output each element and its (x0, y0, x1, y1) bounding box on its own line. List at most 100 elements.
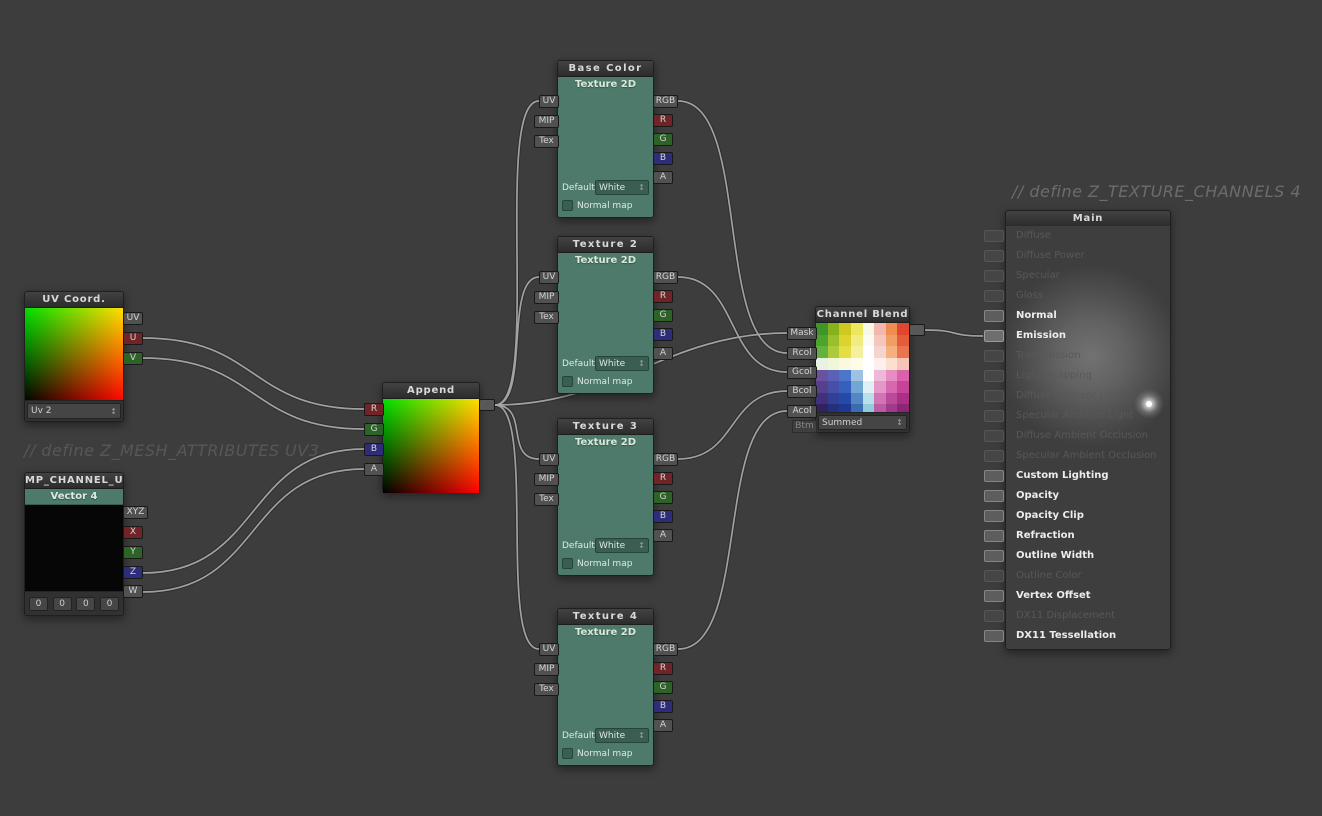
port-mip[interactable]: MIP (534, 663, 559, 676)
port-v[interactable]: V (123, 352, 143, 365)
port-r[interactable]: R (653, 290, 673, 303)
node-title[interactable]: MP_CHANNEL_U (25, 473, 123, 489)
value-field-0[interactable]: 0 (29, 597, 48, 611)
port-y[interactable]: Y (123, 546, 143, 559)
node-texture-2[interactable]: Texture 2Texture 2DDefaultWhite↕Normal m… (557, 236, 654, 394)
port-xyz[interactable]: XYZ (123, 506, 148, 519)
value-field-1[interactable]: 0 (53, 597, 72, 611)
port-tex[interactable]: Tex (534, 493, 559, 506)
node-channel-blend[interactable]: Channel Blend Summed ↕ MaskRcolGcolBcolA… (815, 306, 910, 433)
port-uv[interactable]: UV (539, 453, 559, 466)
default-color-dropdown[interactable]: White↕ (595, 356, 649, 371)
port-rgb[interactable]: RGB (653, 643, 678, 656)
wire[interactable] (925, 330, 983, 336)
node-title[interactable]: UV Coord. (25, 292, 123, 308)
port-a[interactable]: A (653, 347, 673, 360)
node-title[interactable]: Texture 4 (558, 609, 653, 625)
port-diffuse[interactable] (984, 230, 1004, 242)
node-base-color[interactable]: Base ColorTexture 2DDefaultWhite↕Normal … (557, 60, 654, 218)
port-opacity[interactable] (984, 490, 1004, 502)
port-rcol[interactable]: Rcol (787, 347, 817, 360)
port-outline-color[interactable] (984, 570, 1004, 582)
port-a[interactable]: A (364, 463, 384, 476)
default-color-dropdown[interactable]: White↕ (595, 538, 649, 553)
port-dx11-displacement[interactable] (984, 610, 1004, 622)
default-color-dropdown[interactable]: White↕ (595, 180, 649, 195)
port-emission[interactable] (984, 330, 1004, 342)
port-b[interactable]: B (364, 443, 384, 456)
wire[interactable] (143, 469, 364, 592)
port-specular-ambient-occlusion[interactable] (984, 450, 1004, 462)
port-uv[interactable]: UV (539, 95, 559, 108)
port-r[interactable]: R (653, 662, 673, 675)
port-b[interactable]: B (653, 152, 673, 165)
normal-map-checkbox[interactable] (562, 200, 573, 211)
port-light-wrapping[interactable] (984, 370, 1004, 382)
port-dx11-tessellation[interactable] (984, 630, 1004, 642)
node-title[interactable]: Channel Blend (816, 307, 909, 323)
uv-channel-dropdown[interactable]: Uv 2 ↕ (27, 403, 121, 419)
default-color-dropdown[interactable]: White↕ (595, 728, 649, 743)
port-specular[interactable] (984, 270, 1004, 282)
port-r[interactable]: R (653, 114, 673, 127)
wire[interactable] (143, 358, 364, 429)
port-mip[interactable]: MIP (534, 291, 559, 304)
port-bcol[interactable]: Bcol (787, 385, 817, 398)
port-rgb[interactable]: RGB (653, 95, 678, 108)
port-g[interactable]: G (653, 133, 673, 146)
port-mip[interactable]: MIP (534, 115, 559, 128)
port-g[interactable]: G (653, 309, 673, 322)
normal-map-checkbox[interactable] (562, 748, 573, 759)
port-b[interactable]: B (653, 700, 673, 713)
wire[interactable] (495, 405, 539, 649)
blend-mode-dropdown[interactable]: Summed ↕ (818, 415, 907, 430)
wire[interactable] (678, 391, 787, 459)
port-normal[interactable] (984, 310, 1004, 322)
port-rgb[interactable]: RGB (653, 271, 678, 284)
wire[interactable] (495, 405, 539, 459)
port-x[interactable]: X (123, 526, 143, 539)
wire[interactable] (143, 338, 364, 409)
port-g[interactable]: G (364, 423, 384, 436)
node-texture-4[interactable]: Texture 4Texture 2DDefaultWhite↕Normal m… (557, 608, 654, 766)
port-btm[interactable]: Btm (792, 420, 817, 433)
normal-map-checkbox[interactable] (562, 376, 573, 387)
node-append[interactable]: Append RGBA (382, 382, 480, 493)
port-tex[interactable]: Tex (534, 311, 559, 324)
port-a[interactable]: A (653, 529, 673, 542)
normal-map-checkbox[interactable] (562, 558, 573, 569)
port-uv[interactable]: UV (539, 643, 559, 656)
port-r[interactable]: R (653, 472, 673, 485)
node-title[interactable]: Base Color (558, 61, 653, 77)
port-specular-ambient-light[interactable] (984, 410, 1004, 422)
port-mask[interactable]: Mask (787, 327, 817, 340)
port-vertex-offset[interactable] (984, 590, 1004, 602)
port-g[interactable]: G (653, 491, 673, 504)
port-w[interactable]: W (123, 585, 143, 598)
port-u[interactable]: U (123, 332, 143, 345)
port-a[interactable]: A (653, 171, 673, 184)
wire[interactable] (143, 449, 364, 573)
node-title[interactable]: Main (1006, 211, 1170, 227)
port-mip[interactable]: MIP (534, 473, 559, 486)
node-title[interactable]: Texture 3 (558, 419, 653, 435)
port-rgb[interactable]: RGB (653, 453, 678, 466)
node-title[interactable]: Texture 2 (558, 237, 653, 253)
port-uv[interactable]: UV (123, 312, 143, 325)
port-blend-output[interactable] (909, 324, 925, 336)
port-append-output[interactable] (479, 399, 495, 411)
port-r[interactable]: R (364, 403, 384, 416)
port-opacity-clip[interactable] (984, 510, 1004, 522)
port-acol[interactable]: Acol (787, 405, 817, 418)
node-vector4[interactable]: MP_CHANNEL_U Vector 4 0000 XYZXYZW (24, 472, 124, 616)
node-title[interactable]: Append (383, 383, 479, 399)
port-b[interactable]: B (653, 328, 673, 341)
port-tex[interactable]: Tex (534, 135, 559, 148)
port-custom-lighting[interactable] (984, 470, 1004, 482)
port-uv[interactable]: UV (539, 271, 559, 284)
value-field-3[interactable]: 0 (100, 597, 119, 611)
port-diffuse-power[interactable] (984, 250, 1004, 262)
node-main[interactable]: Main DiffuseDiffuse PowerSpecularGlossNo… (1005, 210, 1171, 650)
wire[interactable] (678, 277, 787, 372)
port-g[interactable]: G (653, 681, 673, 694)
